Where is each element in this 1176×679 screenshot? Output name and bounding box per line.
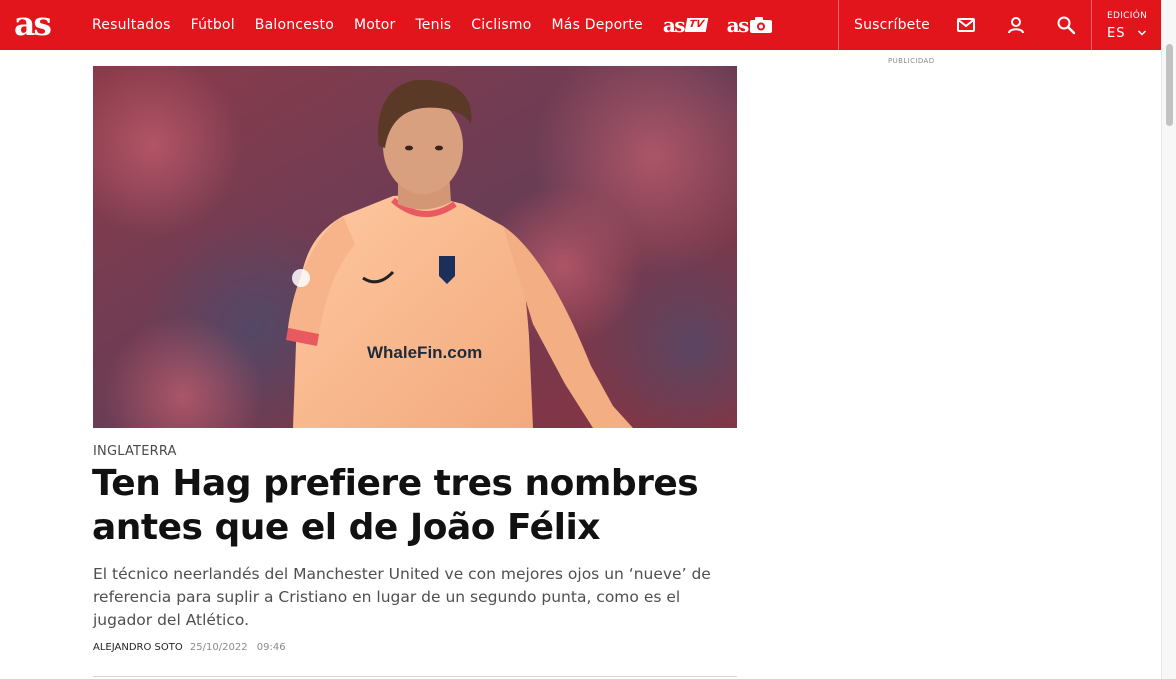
shirt-sponsor-text: WhaleFin.com — [367, 343, 482, 362]
nav-item-tenis[interactable]: Tenis — [415, 17, 451, 33]
nav-item-futbol[interactable]: Fútbol — [191, 17, 235, 33]
nav-item-mas-deporte[interactable]: Más Deporte — [552, 17, 643, 33]
article-author[interactable]: ALEJANDRO SOTO — [93, 642, 183, 653]
top-navigation-bar: as Resultados Fútbol Baloncesto Motor Te… — [0, 0, 1161, 50]
article-divider — [93, 676, 737, 677]
edition-label: EDICIÓN — [1107, 11, 1148, 21]
tv-badge: TV — [684, 18, 708, 32]
header-divider — [1091, 0, 1092, 50]
as-photo-brand: as — [726, 13, 750, 37]
edition-value: ES — [1107, 26, 1126, 41]
header-divider — [838, 0, 839, 50]
search-icon[interactable] — [1056, 15, 1076, 35]
as-logo[interactable]: as — [14, 4, 64, 44]
page-scrollbar[interactable] — [1161, 0, 1176, 679]
nav-item-motor[interactable]: Motor — [354, 17, 395, 33]
chevron-down-icon — [1137, 29, 1146, 36]
article-section-kicker[interactable]: INGLATERRA — [93, 444, 177, 459]
player-photo: WhaleFin.com — [93, 66, 737, 428]
advertising-label: PUBLICIDAD — [888, 57, 935, 65]
astv-link[interactable]: as TV — [662, 13, 708, 37]
nav-item-ciclismo[interactable]: Ciclismo — [471, 17, 531, 33]
main-nav: Resultados Fútbol Baloncesto Motor Tenis… — [92, 0, 792, 50]
article-time: 09:46 — [256, 642, 286, 653]
scrollbar-thumb[interactable] — [1166, 44, 1173, 126]
mail-icon[interactable] — [956, 15, 976, 35]
nav-item-baloncesto[interactable]: Baloncesto — [255, 17, 334, 33]
nav-item-resultados[interactable]: Resultados — [92, 17, 171, 33]
article-hero-image[interactable]: WhaleFin.com — [93, 66, 737, 428]
article-standfirst: El técnico neerlandés del Manchester Uni… — [93, 565, 711, 629]
edition-selector[interactable]: EDICIÓN ES — [1107, 11, 1147, 42]
astv-brand: as — [662, 13, 686, 37]
camera-icon — [749, 17, 772, 33]
as-photo-link[interactable]: as — [727, 13, 772, 37]
user-icon[interactable] — [1006, 15, 1026, 35]
subscribe-link[interactable]: Suscríbete — [854, 0, 930, 50]
article-byline: ALEJANDRO SOTO 25/10/2022 09:46 — [93, 642, 286, 653]
article-headline[interactable]: Ten Hag prefiere tres nombres antes que … — [92, 462, 752, 550]
article-date: 25/10/2022 — [189, 642, 248, 653]
